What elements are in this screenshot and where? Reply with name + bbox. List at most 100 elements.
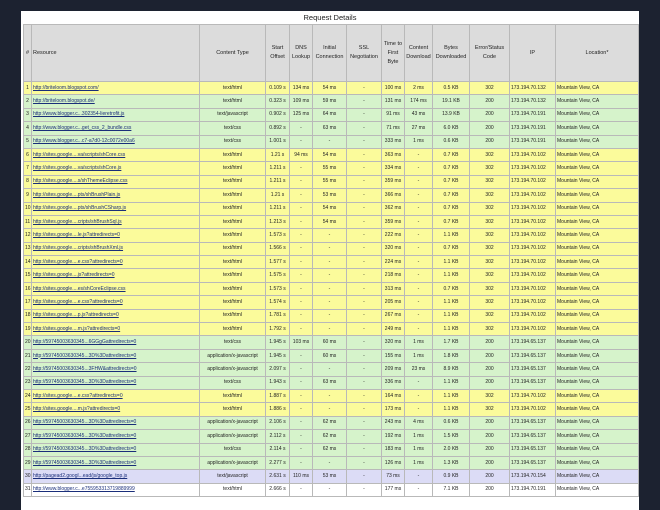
resource-link[interactable]: http://sites.google....s/shThemeEclipse.… xyxy=(33,178,128,184)
cell-ip: 173.194.65.137 xyxy=(509,442,556,457)
resource-link[interactable]: http://sites.google....e.css?attredirect… xyxy=(33,299,123,305)
resource-link[interactable]: http://59745003630345...6GGgGattredirect… xyxy=(33,339,136,345)
cell-ip: 173.194.70.102 xyxy=(509,188,556,203)
resource-link[interactable]: http://sites.google....js?attredirects=0 xyxy=(33,272,115,278)
cell-start-offset: 1.886 s xyxy=(265,402,290,417)
cell-bytes-downloaded: 1.1 KB xyxy=(432,375,470,390)
cell-time-to-first-byte: 100 ms xyxy=(381,80,405,96)
cell-start-offset: 1.577 s xyxy=(265,255,290,270)
table-row: 28 http://59745003630345...3D%3Dattredire… xyxy=(23,442,639,457)
resource-link[interactable]: http://59745003630345...3D%3Dattredirect… xyxy=(33,379,136,385)
col-header-ip: IP xyxy=(509,24,556,82)
resource-link[interactable]: http://briteloom.blogspot.de/ xyxy=(33,98,95,104)
cell-content-download: - xyxy=(404,241,433,257)
resource-link[interactable]: http://sites.google....le.js?attredirect… xyxy=(33,232,120,238)
cell-content-download: - xyxy=(404,161,433,176)
cell-location: Mountain View, CA xyxy=(555,308,639,324)
table-row: 22 http://59745003630345...3FHW&attredire… xyxy=(23,362,639,377)
cell-ip: 173.194.70.132 xyxy=(509,94,556,109)
resource-link[interactable]: http://sites.google....m.js?attredirects… xyxy=(33,406,120,412)
cell-content-download: - xyxy=(404,388,433,404)
resource-link[interactable]: http://sites.google....p.js?attredirects… xyxy=(33,312,119,318)
cell-status-code: 200 xyxy=(469,455,510,471)
cell-dns-lookup: - xyxy=(289,348,313,364)
cell-start-offset: 1.573 s xyxy=(265,228,290,243)
cell-bytes-downloaded: 1.3 KB xyxy=(432,455,470,471)
cell-number: 26 xyxy=(23,415,32,431)
resource-link[interactable]: http://www.blogger.c...c7-a7d0-12c0072e0… xyxy=(33,138,135,144)
cell-initial-connection: - xyxy=(312,402,347,417)
cell-bytes-downloaded: 1.1 KB xyxy=(432,388,470,404)
cell-time-to-first-byte: 155 ms xyxy=(381,348,405,364)
cell-dns-lookup: - xyxy=(289,121,313,136)
resource-link[interactable]: http://pagead2.googl...ead/js/google_top… xyxy=(33,473,127,479)
resource-link[interactable]: http://www.blogger.c...e7559533137198899… xyxy=(33,486,135,492)
cell-resource: http://sites.google....js?attredirects=0 xyxy=(31,268,200,283)
cell-status-code: 302 xyxy=(469,281,510,297)
resource-link[interactable]: http://www.blogger.c...get_css_2_bundle.… xyxy=(33,125,131,131)
resource-link[interactable]: http://sites.google....va/scripts/shCore… xyxy=(33,165,121,171)
resource-link[interactable]: http://briteloom.blogspot.com/ xyxy=(33,85,99,91)
cell-initial-connection: 60 ms xyxy=(312,348,347,364)
cell-number: 10 xyxy=(23,201,32,216)
resource-link[interactable]: http://sites.google....es/shCoreEclipse.… xyxy=(33,286,126,292)
cell-ssl-negotiation: - xyxy=(346,362,382,377)
cell-ip: 173.194.70.102 xyxy=(509,295,556,310)
resource-link[interactable]: http://59745003630345...3D%3Dattredirect… xyxy=(33,446,136,452)
cell-dns-lookup: - xyxy=(289,442,313,457)
table-row: 18 http://sites.google....p.js?attredirec… xyxy=(23,308,639,324)
cell-ssl-negotiation: - xyxy=(346,121,382,136)
request-details-panel: Request Details # Resource Content Type … xyxy=(21,11,639,510)
cell-start-offset: 1.781 s xyxy=(265,308,290,324)
cell-start-offset: 0.892 s xyxy=(265,121,290,136)
resource-link[interactable]: http://sites.google....m.js?attredirects… xyxy=(33,326,120,332)
cell-location: Mountain View, CA xyxy=(555,295,639,310)
cell-resource: http://sites.google....e.css?attredirect… xyxy=(31,388,200,404)
resource-link[interactable]: http://59745003630345...3FHW&attredirect… xyxy=(33,366,137,372)
cell-initial-connection: - xyxy=(312,134,347,149)
resource-link[interactable]: http://sites.google....va/scripts/shCore… xyxy=(33,152,125,158)
resource-link[interactable]: http://www.blogger.c...302354-lieretrofi… xyxy=(33,111,124,117)
col-header-location: Location* xyxy=(555,24,639,82)
resource-link[interactable]: http://59745003630345...3D%3Dattredirect… xyxy=(33,353,136,359)
cell-resource: http://www.blogger.c...302354-lieretrofi… xyxy=(31,107,200,123)
cell-content-type: application/x-javascript xyxy=(199,348,266,364)
resource-link[interactable]: http://sites.google....pts/shBrushPlain.… xyxy=(33,192,120,198)
cell-resource: http://briteloom.blogspot.com/ xyxy=(31,80,200,96)
cell-resource: http://sites.google....e.css?attredirect… xyxy=(31,295,200,310)
cell-resource: http://briteloom.blogspot.de/ xyxy=(31,94,200,109)
cell-status-code: 302 xyxy=(469,201,510,216)
col-header-status-code: Error/Status Code xyxy=(469,24,510,82)
cell-content-type: text/html xyxy=(199,188,266,203)
table-row: 29 http://59745003630345...3D%3Dattredire… xyxy=(23,455,639,471)
resource-link[interactable]: http://59745003630345...3D%3Dattredirect… xyxy=(33,419,136,425)
resource-link[interactable]: http://59745003630345...3D%3Dattredirect… xyxy=(33,433,136,439)
resource-link[interactable]: http://sites.google....e.css?attredirect… xyxy=(33,393,123,399)
cell-initial-connection: 62 ms xyxy=(312,415,347,431)
cell-bytes-downloaded: 1.1 KB xyxy=(432,268,470,283)
resource-link[interactable]: http://sites.google....pts/shBrushCSharp… xyxy=(33,205,126,211)
cell-initial-connection: - xyxy=(312,308,347,324)
resource-link[interactable]: http://59745003630345...3D%3Dattredirect… xyxy=(33,460,136,466)
cell-resource: http://sites.google....cripts/shBrushSql… xyxy=(31,214,200,230)
cell-resource: http://sites.google....p.js?attredirects… xyxy=(31,308,200,324)
cell-time-to-first-byte: 320 ms xyxy=(381,335,405,350)
table-row: 16 http://sites.google....es/shCoreEclips… xyxy=(23,281,639,297)
cell-ssl-negotiation: - xyxy=(346,80,382,96)
table-row: 12 http://sites.google....le.js?attredire… xyxy=(23,228,639,243)
cell-ssl-negotiation: - xyxy=(346,94,382,109)
cell-bytes-downloaded: 0.7 KB xyxy=(432,241,470,257)
resource-link[interactable]: http://sites.google....cripts/shBrushSql… xyxy=(33,219,122,225)
cell-resource: http://sites.google....va/scripts/shCore… xyxy=(31,161,200,176)
cell-bytes-downloaded: 1.1 KB xyxy=(432,402,470,417)
cell-location: Mountain View, CA xyxy=(555,107,639,123)
cell-time-to-first-byte: 224 ms xyxy=(381,255,405,270)
resource-link[interactable]: http://sites.google....e.css?attredirect… xyxy=(33,259,123,265)
cell-dns-lookup: 110 ms xyxy=(289,469,313,484)
col-header-resource: Resource xyxy=(31,24,200,82)
cell-status-code: 302 xyxy=(469,147,510,163)
resource-link[interactable]: http://sites.google....cripts/shBrushXml… xyxy=(33,245,123,251)
cell-time-to-first-byte: 362 ms xyxy=(381,201,405,216)
cell-bytes-downloaded: 0.9 KB xyxy=(432,469,470,484)
cell-number: 29 xyxy=(23,455,32,471)
